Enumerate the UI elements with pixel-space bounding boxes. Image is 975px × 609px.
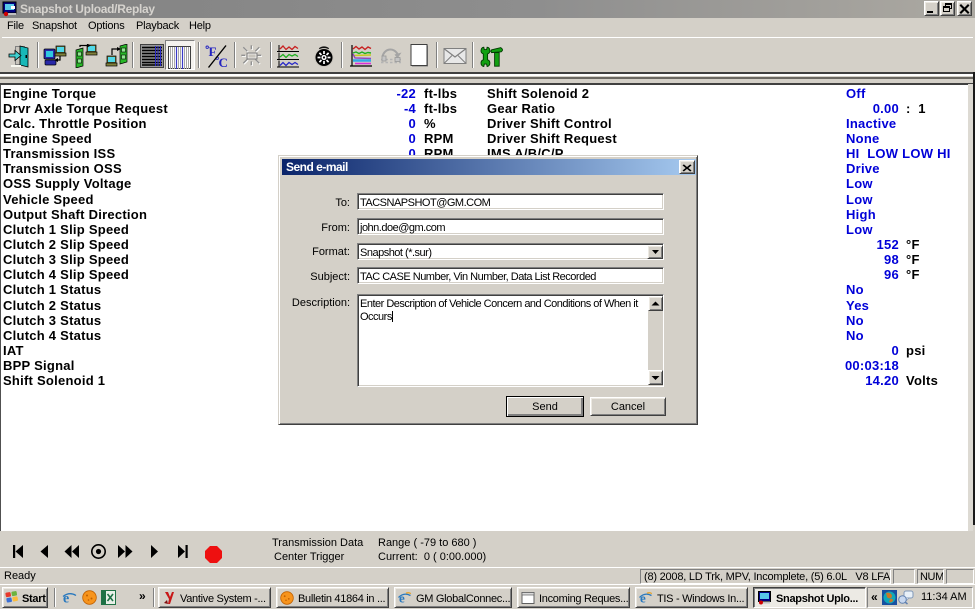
svg-text:F: F [209, 44, 217, 59]
svg-text:C: C [219, 55, 228, 68]
svg-text:e: e [640, 591, 646, 605]
svg-text:e: e [399, 591, 405, 605]
